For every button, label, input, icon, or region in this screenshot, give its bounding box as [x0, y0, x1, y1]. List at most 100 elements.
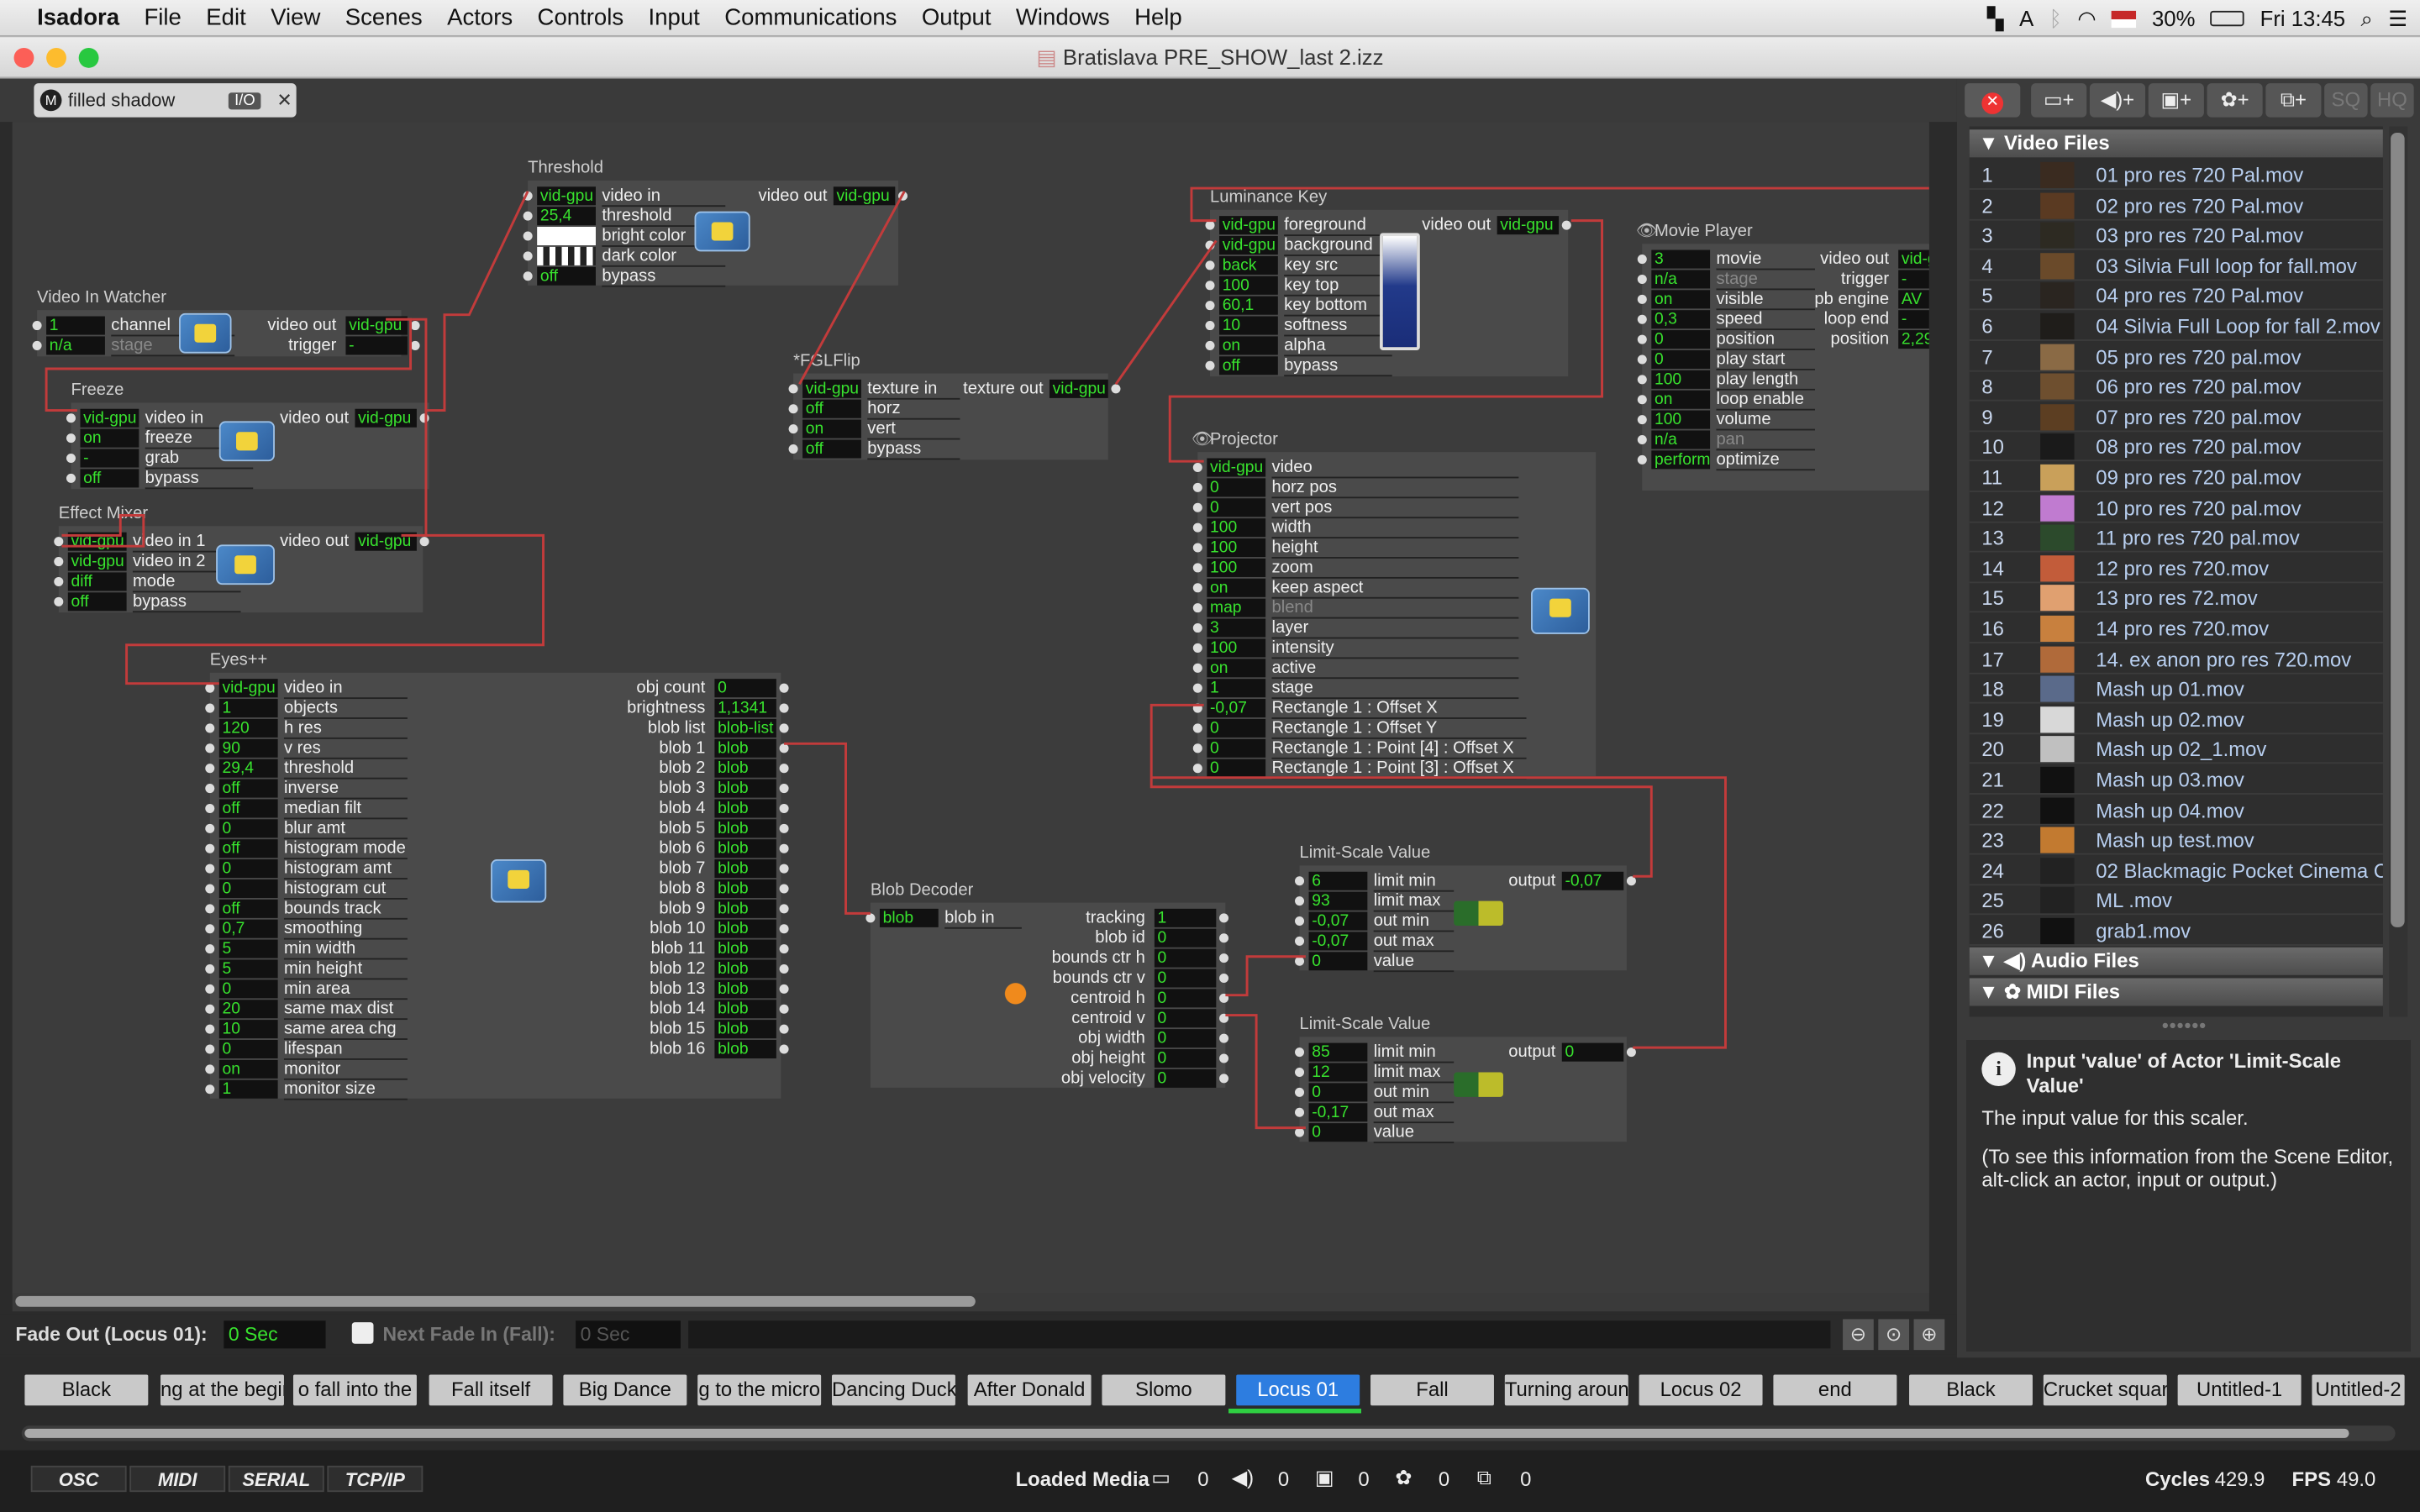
input-value[interactable]: 6	[1308, 871, 1368, 890]
input-port[interactable]	[205, 784, 215, 794]
input-port[interactable]	[1637, 255, 1647, 265]
media-item[interactable]: 20 Mash up 02_1.mov	[1969, 735, 2383, 764]
input-value[interactable]: 100	[1207, 518, 1266, 538]
input-value[interactable]: 0	[1308, 952, 1368, 971]
output-port[interactable]	[779, 843, 789, 853]
next-fade-field[interactable]: 0 Sec	[576, 1320, 681, 1349]
input-value[interactable]: diff	[67, 572, 127, 591]
scene-button[interactable]: o fall into the	[292, 1374, 417, 1406]
output-port[interactable]	[779, 884, 789, 894]
input-value[interactable]: 5	[218, 959, 278, 979]
input-port[interactable]	[54, 557, 64, 567]
input-port[interactable]	[1192, 703, 1202, 713]
input-value[interactable]: 0	[1207, 478, 1266, 497]
wifi-icon[interactable]: ◠	[2077, 5, 2096, 31]
input-port[interactable]	[1295, 1127, 1305, 1137]
output-value[interactable]: 0	[714, 679, 776, 698]
output-value[interactable]: blob	[714, 859, 776, 879]
input-value[interactable]: blob	[879, 908, 939, 927]
input-value[interactable]: vid-gpu	[1219, 236, 1278, 255]
output-port[interactable]	[779, 904, 789, 914]
input-port[interactable]	[66, 473, 76, 483]
input-port[interactable]	[1192, 663, 1202, 673]
input-port[interactable]	[205, 843, 215, 853]
input-value[interactable]: n/a	[46, 336, 105, 355]
input-port[interactable]	[1192, 603, 1202, 613]
output-port[interactable]	[779, 924, 789, 934]
output-port[interactable]	[1219, 973, 1229, 984]
spotlight-search-icon[interactable]: ⌕	[2360, 5, 2372, 31]
input-port[interactable]	[1637, 415, 1647, 425]
input-value[interactable]: 100	[1219, 276, 1278, 295]
input-port[interactable]	[66, 454, 76, 464]
input-value[interactable]: vid-gpu	[218, 679, 278, 698]
output-value[interactable]: 0	[1154, 1029, 1217, 1048]
input-port[interactable]	[1205, 260, 1215, 270]
input-value[interactable]: 0,3	[1651, 310, 1711, 329]
output-value[interactable]: vid-g	[1898, 249, 1929, 269]
output-value[interactable]: -0,07	[1561, 871, 1624, 890]
input-value[interactable]: 3	[1207, 618, 1266, 638]
add-3d-icon[interactable]: ⧉+	[2265, 83, 2322, 118]
input-port[interactable]	[205, 743, 215, 753]
input-port[interactable]	[788, 444, 798, 454]
input-port[interactable]	[1295, 876, 1305, 886]
input-value[interactable]: 0	[218, 979, 278, 999]
input-value[interactable]: 100	[1207, 538, 1266, 558]
input-port[interactable]	[54, 576, 64, 586]
input-value[interactable]: 3	[1651, 249, 1711, 269]
output-value[interactable]: 2,29	[1898, 330, 1929, 349]
input-value[interactable]: 100	[1651, 370, 1711, 389]
input-port[interactable]	[1192, 522, 1202, 533]
scene-strip-scroll-thumb[interactable]	[24, 1428, 2349, 1438]
tcpip-button[interactable]: TCP/IP	[327, 1465, 424, 1493]
input-port[interactable]	[205, 703, 215, 713]
battery-icon[interactable]	[2210, 10, 2245, 27]
canvas-scroll-thumb[interactable]	[15, 1295, 976, 1307]
input-port[interactable]	[205, 803, 215, 813]
input-value[interactable]: on	[80, 428, 139, 448]
input-value[interactable]: n/a	[1651, 430, 1711, 449]
media-item[interactable]: 15 13 pro res 72.mov	[1969, 584, 2383, 613]
media-scroll-thumb[interactable]	[2391, 132, 2405, 927]
input-port[interactable]	[523, 211, 533, 221]
disclosure-triangle-icon[interactable]: ▼	[1979, 979, 2004, 1003]
input-value[interactable]	[537, 246, 596, 265]
output-value[interactable]: blob	[714, 1039, 776, 1059]
output-port[interactable]	[1219, 1013, 1229, 1023]
input-port[interactable]	[1192, 583, 1202, 593]
input-port[interactable]	[1295, 936, 1305, 946]
fade-out-field[interactable]: 0 Sec	[224, 1320, 326, 1349]
output-value[interactable]: -	[345, 336, 408, 355]
input-port[interactable]	[1295, 1107, 1305, 1117]
input-value[interactable]: vid-gpu	[537, 186, 596, 206]
input-port[interactable]	[1205, 220, 1215, 230]
input-port[interactable]	[1637, 395, 1647, 405]
input-value[interactable]: 1	[1207, 679, 1266, 698]
scene-button[interactable]: Black	[24, 1374, 149, 1406]
output-port[interactable]	[1219, 1074, 1229, 1084]
input-port[interactable]	[788, 384, 798, 394]
media-item[interactable]: 21 Mash up 03.mov	[1969, 765, 2383, 795]
output-value[interactable]: 0	[1154, 1068, 1217, 1088]
output-value[interactable]: blob	[714, 879, 776, 898]
adobe-icon[interactable]: A	[2019, 6, 2033, 30]
input-port[interactable]	[1192, 623, 1202, 633]
output-port[interactable]	[1561, 220, 1571, 230]
scene-button[interactable]: Dancing Duck	[832, 1374, 955, 1406]
input-port[interactable]	[1192, 482, 1202, 492]
video-files-header[interactable]: ▼ Video Files	[1969, 129, 2383, 158]
input-value[interactable]: 0	[1651, 330, 1711, 349]
input-port[interactable]	[1192, 764, 1202, 774]
input-port[interactable]	[1205, 321, 1215, 331]
input-value[interactable]: 100	[1207, 638, 1266, 658]
output-port[interactable]	[1219, 953, 1229, 963]
input-port[interactable]	[1192, 502, 1202, 512]
scene-button[interactable]: Black	[1909, 1374, 2033, 1406]
output-value[interactable]: 0	[1154, 989, 1217, 1008]
media-item[interactable]: 2 02 pro res 720 Pal.mov	[1969, 191, 2383, 220]
scene-button[interactable]: After Donald	[967, 1374, 1092, 1406]
scene-button[interactable]: Big Dance	[563, 1374, 687, 1406]
output-port[interactable]	[779, 944, 789, 954]
input-value[interactable]: 12	[1308, 1063, 1368, 1082]
